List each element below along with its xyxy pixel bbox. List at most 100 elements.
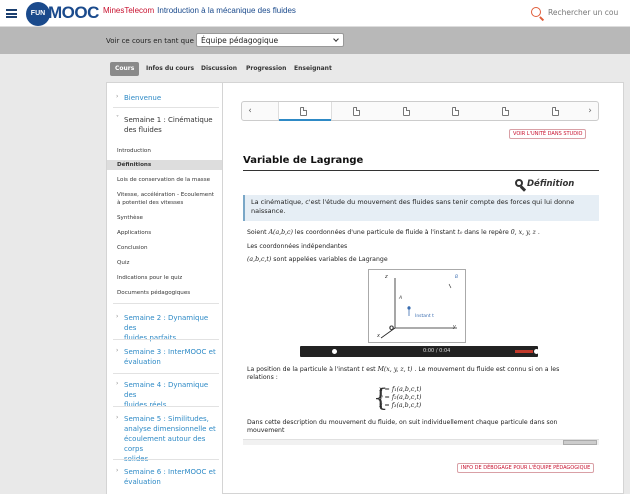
document-icon[interactable]	[300, 107, 307, 116]
chevron-right-icon: ›	[116, 414, 119, 421]
text: .	[535, 229, 540, 236]
divider	[113, 339, 219, 340]
axis-label-y: y	[453, 324, 456, 330]
sidebar-label-line: Semaine 4 : Dynamique des	[124, 381, 209, 399]
volume-slider[interactable]	[515, 350, 533, 353]
math: 0, x, y, z	[510, 229, 536, 236]
sidebar-item-label: Bienvenue	[124, 94, 162, 102]
text: sont appelées variables de Lagrange	[271, 256, 388, 263]
subsection-item[interactable]: Lois de conservation de la masse	[107, 176, 222, 184]
chevron-right-icon: ›	[116, 347, 119, 354]
volume-knob[interactable]	[534, 349, 539, 354]
tab-discussion[interactable]: Discussion	[201, 62, 237, 76]
definition-box: La cinématique, c'est l'étude du mouveme…	[243, 195, 599, 221]
menu-icon[interactable]	[6, 9, 17, 18]
role-selected-value: Équipe pédagogique	[201, 36, 279, 45]
text: relations :	[247, 374, 278, 381]
divider	[113, 107, 219, 108]
tab-cours[interactable]: Cours	[110, 62, 140, 76]
staff-role-bar: Voir ce cours en tant que : Équipe pédag…	[0, 27, 630, 54]
figure-caption: Instant t	[415, 314, 434, 319]
tab-progression[interactable]: Progression	[246, 62, 286, 76]
math: A(a,b,c)	[268, 229, 293, 236]
subsection-item[interactable]: Vitesse, accélération - Ecoulement à pot…	[107, 191, 222, 207]
search-input[interactable]: Rechercher un cou	[548, 8, 618, 17]
subsection-item[interactable]: Documents pédagogiques	[107, 289, 222, 297]
sidebar-label-line: des fluides	[124, 126, 162, 134]
paragraph-description: Dans cette description du mouvement du f…	[247, 419, 587, 435]
definition-text-line: naissance.	[251, 207, 286, 215]
sidebar-label-line: évaluation	[124, 478, 161, 486]
subsection-item[interactable]: Applications	[107, 229, 222, 237]
equation-x: x = f₁(a,b,c,t)	[379, 386, 422, 393]
tab-enseignant[interactable]: Enseignant	[294, 62, 332, 76]
definition-heading: Définition	[527, 179, 575, 189]
document-icon[interactable]	[353, 107, 360, 116]
divider	[113, 303, 219, 304]
view-in-studio-button[interactable]: VOIR L'UNITÉ DANS STUDIO	[509, 129, 587, 139]
unit-title: Variable de Lagrange	[243, 155, 364, 166]
sidebar-item-week5[interactable]: › Semaine 5 : Similitudes, analyse dimen…	[107, 414, 222, 464]
text: dans le repère	[462, 229, 511, 236]
subsection-item[interactable]: Quiz	[107, 259, 222, 267]
text: mouvement	[247, 427, 285, 434]
unit-footer-strip	[243, 439, 599, 445]
sidebar-label-line: écoulement autour des corps	[124, 435, 206, 453]
document-icon[interactable]	[452, 107, 459, 116]
fun-logo[interactable]: FUN	[26, 2, 50, 26]
equation-system: x = f₁(a,b,c,t) y = f₂(a,b,c,t) z = f₃(a…	[379, 386, 421, 410]
mooc-logo[interactable]: MOOC	[48, 3, 99, 23]
sidebar-item-week3[interactable]: › Semaine 3 : InterMOOC et évaluation	[107, 347, 222, 367]
origin-label: O	[389, 325, 395, 332]
axis-label-z: z	[385, 274, 388, 280]
equation-z: z = f₃(a,b,c,t)	[379, 402, 422, 409]
next-unit-button[interactable]: ›	[582, 102, 598, 120]
document-icon[interactable]	[502, 107, 509, 116]
subsection-item[interactable]: Synthèse	[107, 214, 222, 222]
sidebar-item-label: Semaine 5 : Similitudes, analyse dimensi…	[107, 414, 222, 464]
document-icon[interactable]	[403, 107, 410, 116]
text: les coordonnées d'une particule de fluid…	[292, 229, 458, 236]
subsection-item[interactable]: Introduction	[107, 147, 222, 155]
divider	[113, 373, 219, 374]
course-header: MinesTelecom Introduction à la mécanique …	[103, 6, 296, 15]
sidebar-label-line: fluides parfaits	[124, 334, 177, 342]
sidebar-item-label: Semaine 3 : InterMOOC et évaluation	[107, 347, 222, 367]
point-label-b: B	[455, 275, 459, 280]
search-box[interactable]: Rechercher un cou	[531, 7, 627, 21]
previous-unit-button[interactable]: ‹	[242, 102, 258, 120]
divider	[113, 459, 219, 460]
paragraph-variables: (a,b,c,t) sont appelées variables de Lag…	[247, 256, 587, 264]
chevron-right-icon: ›	[116, 467, 119, 474]
chevron-right-icon: ›	[116, 93, 119, 100]
paragraph-position: La position de la particule à l'instant …	[247, 366, 587, 382]
chevron-right-icon: ›	[116, 313, 119, 320]
subsection-item[interactable]: Conclusion	[107, 244, 222, 252]
equation-y: y = f₂(a,b,c,t)	[379, 394, 422, 401]
video-scrubber[interactable]	[332, 349, 337, 354]
sidebar-item-week1[interactable]: ˅ Semaine 1 : Cinématique des fluides	[107, 115, 222, 135]
subsection-item-current[interactable]: Définitions	[107, 160, 222, 170]
chevron-down-icon	[333, 36, 339, 42]
paragraph-soient: Soient A(a,b,c) les coordonnées d'une pa…	[247, 229, 587, 237]
sidebar-label-line: Semaine 5 : Similitudes,	[124, 415, 209, 423]
staff-debug-info-button[interactable]: INFO DE DÉBOGAGE POUR L'ÉQUIPE PÉDAGOGIQ…	[457, 463, 595, 473]
role-select[interactable]: Équipe pédagogique	[196, 33, 344, 47]
text: . Le mouvement du fluide est connu si on…	[412, 366, 560, 373]
sidebar-item-week6[interactable]: › Semaine 6 : InterMOOC et évaluation	[107, 467, 222, 487]
lagrange-figure[interactable]: z y x O A B Instant t	[368, 269, 466, 343]
subsection-line: Vitesse, accélération - Ecoulement	[117, 192, 214, 198]
sidebar-label-line: Semaine 6 : InterMOOC et	[124, 468, 216, 476]
video-controls[interactable]: 0:00 / 0:04	[300, 346, 539, 357]
sidebar-label-line: évaluation	[124, 358, 161, 366]
chevron-down-icon: ˅	[116, 115, 119, 122]
sidebar-item-label: Semaine 1 : Cinématique des fluides	[107, 115, 222, 135]
math: M(x, y, z, t)	[377, 366, 413, 373]
sidebar-label-line: Semaine 1 : Cinématique	[124, 116, 213, 124]
document-icon[interactable]	[552, 107, 559, 116]
staff-debug-toggle[interactable]	[563, 440, 597, 445]
magnifier-icon	[515, 179, 527, 192]
subsection-item[interactable]: Indications pour le quiz	[107, 274, 222, 282]
tab-infos[interactable]: Infos du cours	[146, 62, 194, 76]
sidebar-item-bienvenue[interactable]: › Bienvenue	[107, 93, 222, 103]
